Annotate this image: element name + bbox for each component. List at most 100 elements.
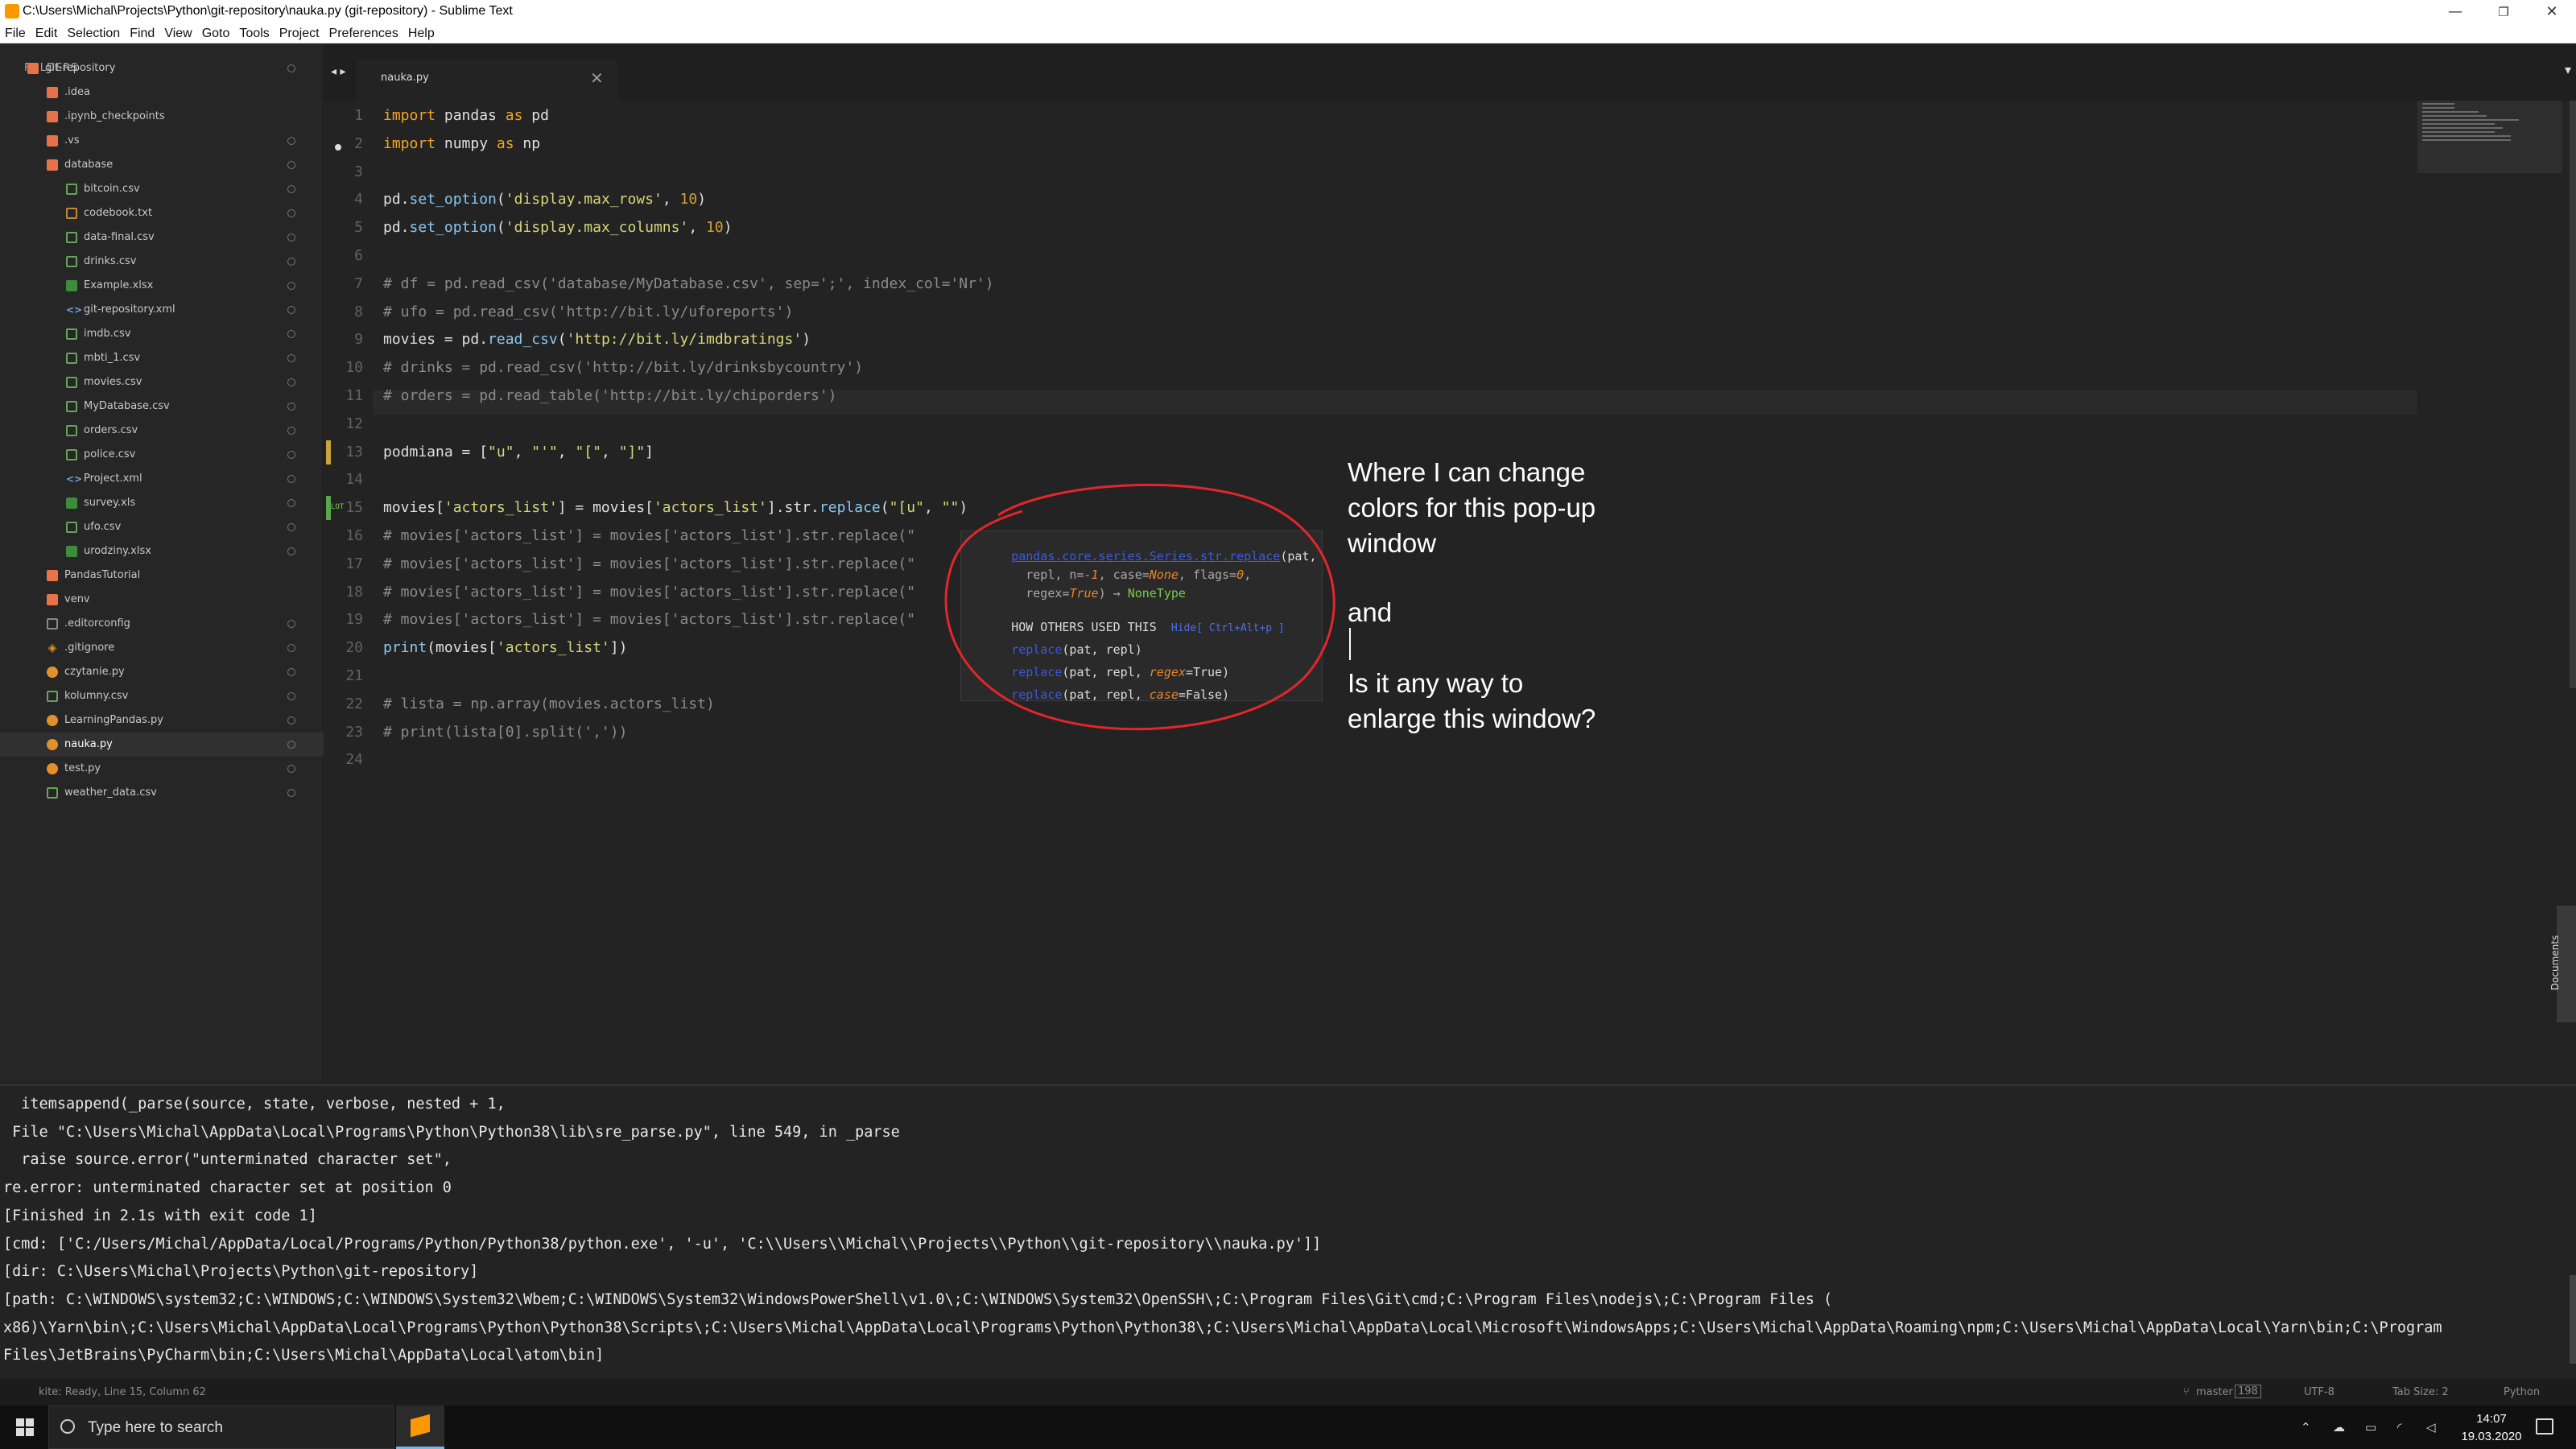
git-status-icon — [287, 475, 295, 483]
sidebar-item[interactable]: data-final.csv — [0, 225, 324, 250]
output-line: [cmd: ['C:/Users/Michal/AppData/Local/Pr… — [3, 1235, 1322, 1253]
sidebar-item[interactable]: police.csv — [0, 443, 324, 467]
menu-project[interactable]: Project — [275, 24, 324, 43]
sidebar-item[interactable]: weather_data.csv — [0, 781, 324, 805]
csv-file-icon — [66, 353, 77, 364]
sidebar-item[interactable]: orders.csv — [0, 419, 324, 443]
volume-icon[interactable]: ◁ — [2426, 1420, 2436, 1435]
documents-side-tab[interactable]: Documents — [2549, 906, 2576, 1022]
title-bar: C:\Users\Michal\Projects\Python\git-repo… — [0, 0, 2576, 24]
git-branch[interactable]: master — [2196, 1386, 2233, 1398]
sidebar-item[interactable]: mbti_1.csv — [0, 346, 324, 370]
sidebar-item-label: .idea — [64, 86, 90, 98]
menu-file[interactable]: File — [0, 24, 31, 43]
sidebar-item[interactable]: .vs — [0, 129, 324, 153]
output-scrollbar[interactable] — [2570, 1275, 2576, 1364]
git-badge: 198 — [2235, 1385, 2261, 1398]
windows-taskbar: Type here to search ⌃ ☁ ▭ ◜ ◁ 14:07 19.0… — [0, 1406, 2576, 1449]
menu-preferences[interactable]: Preferences — [324, 24, 403, 43]
code-line: podmiana = ["u", "'", "[", "]"] — [383, 443, 654, 460]
sidebar-item[interactable]: Example.xlsx — [0, 274, 324, 298]
sidebar-item-label: venv — [64, 593, 90, 605]
sidebar-item[interactable]: LearningPandas.py — [0, 708, 324, 733]
editor-scrollbar[interactable] — [2570, 101, 2576, 688]
encoding-indicator[interactable]: UTF-8 — [2304, 1386, 2334, 1398]
onedrive-icon[interactable]: ☁ — [2333, 1420, 2345, 1435]
menu-find[interactable]: Find — [125, 24, 159, 43]
menu-goto[interactable]: Goto — [197, 24, 235, 43]
tab-close-icon[interactable]: ✕ — [590, 68, 604, 88]
sidebar-item[interactable]: kolumny.csv — [0, 684, 324, 708]
sidebar-item[interactable]: nauka.py — [0, 733, 324, 757]
popup-usage-fn[interactable]: replace — [1011, 687, 1062, 702]
tab-nauka-py[interactable]: nauka.py ✕ — [357, 60, 617, 101]
menu-help[interactable]: Help — [403, 24, 440, 43]
sidebar-item[interactable]: PandasTutorial — [0, 564, 324, 588]
sidebar-item[interactable]: git-repository — [0, 56, 324, 80]
menu-tools[interactable]: Tools — [234, 24, 274, 43]
sidebar-item[interactable]: test.py — [0, 757, 324, 781]
minimize-button[interactable]: — — [2431, 0, 2479, 24]
code-editor[interactable]: 1 import pandas as pd 2 import numpy as np 3… — [324, 101, 2576, 1083]
battery-icon[interactable]: ▭ — [2365, 1420, 2376, 1435]
notification-icon[interactable] — [2536, 1418, 2553, 1435]
taskbar-clock[interactable]: 14:07 19.03.2020 — [2455, 1410, 2528, 1446]
sidebar-item[interactable]: database — [0, 153, 324, 177]
code-line: # movies['actors_list'] = movies['actors… — [383, 611, 916, 629]
python-file-icon — [47, 667, 58, 678]
popup-usage-args: (pat, repl, — [1062, 687, 1150, 702]
output-line: x86)\Yarn\bin\;C:\Users\Michal\AppData\L… — [3, 1319, 2442, 1336]
excel-file-icon — [66, 280, 77, 291]
search-input[interactable]: Type here to search — [88, 1419, 223, 1437]
sidebar-item-label: LearningPandas.py — [64, 714, 163, 726]
signature-popup[interactable]: pandas.core.series.Series.str.replace(pa… — [960, 530, 1323, 702]
sidebar-item[interactable]: urodziny.xlsx — [0, 539, 324, 564]
git-file-icon: ◈ — [47, 642, 57, 654]
menu-selection[interactable]: Selection — [62, 24, 125, 43]
sublime-taskbar-button[interactable] — [396, 1406, 444, 1449]
sidebar-item[interactable]: .editorconfig — [0, 612, 324, 636]
tray-chevron-icon[interactable]: ⌃ — [2301, 1420, 2311, 1435]
build-output-panel[interactable]: itemsappend(_parse(source, state, verbos… — [0, 1084, 2576, 1378]
menu-edit[interactable]: Edit — [31, 24, 63, 43]
kite-gutter-badge[interactable]: LOT — [331, 503, 344, 511]
sidebar-item[interactable]: venv — [0, 588, 324, 612]
sidebar-item[interactable]: ◈ .gitignore — [0, 636, 324, 660]
code-line: # movies['actors_list'] = movies['actors… — [383, 555, 916, 572]
sidebar-item[interactable]: <> git-repository.xml — [0, 298, 324, 322]
sidebar-item[interactable]: MyDatabase.csv — [0, 394, 324, 419]
sidebar-item-label: .vs — [64, 134, 80, 147]
sidebar-item[interactable]: codebook.txt — [0, 201, 324, 225]
sidebar-item-label: bitcoin.csv — [84, 183, 140, 195]
windows-start-icon[interactable] — [16, 1418, 34, 1436]
restore-button[interactable]: ❐ — [2479, 0, 2528, 24]
sidebar-item[interactable]: survey.xls — [0, 491, 324, 515]
sidebar-item[interactable]: czytanie.py — [0, 660, 324, 684]
wifi-icon[interactable]: ◜ — [2397, 1420, 2402, 1435]
git-status-icon — [287, 402, 295, 411]
tab-nav-arrows[interactable]: ◂ ▸ — [331, 65, 346, 78]
close-button[interactable]: ✕ — [2528, 0, 2576, 24]
menu-view[interactable]: View — [159, 24, 196, 43]
sidebar-item[interactable]: ufo.csv — [0, 515, 324, 539]
minimap[interactable] — [2417, 101, 2562, 173]
git-status-icon — [287, 620, 295, 628]
git-status-icon — [287, 765, 295, 773]
folder-icon — [47, 594, 58, 605]
sidebar-item[interactable]: .ipynb_checkpoints — [0, 105, 324, 129]
sidebar-item-label: data-final.csv — [84, 231, 155, 243]
sidebar-item[interactable]: bitcoin.csv — [0, 177, 324, 201]
taskbar-search[interactable]: Type here to search — [48, 1406, 394, 1449]
excel-file-icon — [66, 546, 77, 557]
sidebar-item[interactable]: movies.csv — [0, 370, 324, 394]
popup-hide-link[interactable]: Hide[ Ctrl+Alt+p ] — [1171, 622, 1285, 634]
tab-dropdown-icon[interactable]: ▾ — [2565, 62, 2571, 77]
syntax-indicator[interactable]: Python — [2504, 1386, 2540, 1398]
sidebar-item[interactable]: imdb.csv — [0, 322, 324, 346]
csv-file-icon — [66, 256, 77, 267]
tab-size-indicator[interactable]: Tab Size: 2 — [2392, 1386, 2449, 1398]
sidebar-item[interactable]: .idea — [0, 80, 324, 105]
sidebar-item-label: .ipynb_checkpoints — [64, 110, 165, 122]
sidebar-item[interactable]: <> Project.xml — [0, 467, 324, 491]
sidebar-item[interactable]: drinks.csv — [0, 250, 324, 274]
